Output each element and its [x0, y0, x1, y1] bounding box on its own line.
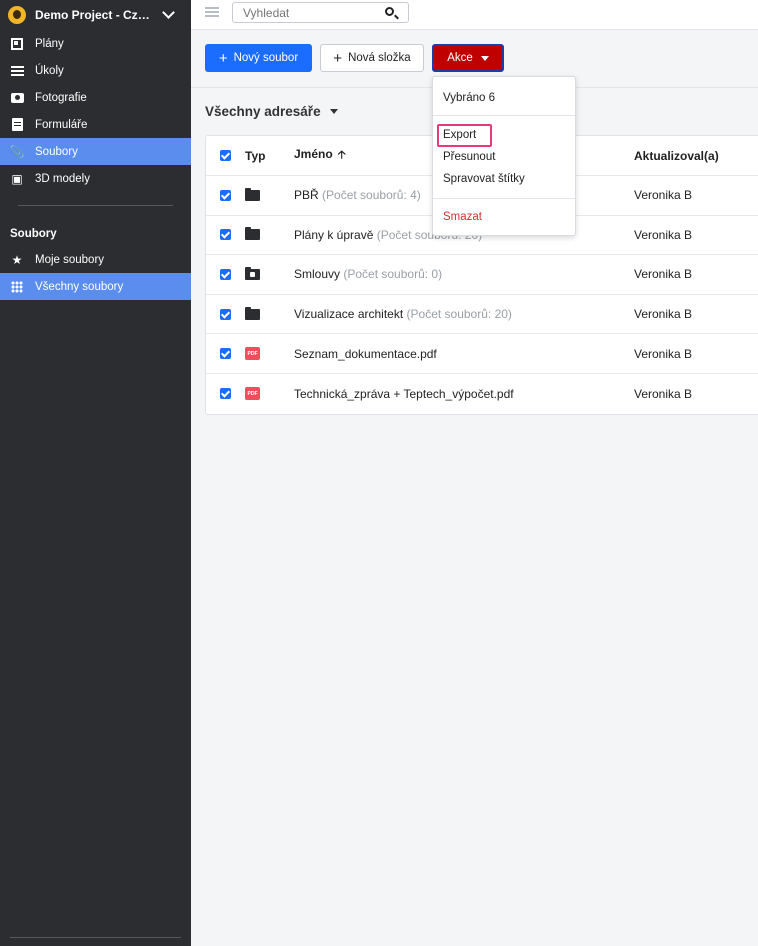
file-name-text: Smlouvy	[294, 267, 341, 282]
sidebar-divider	[18, 205, 173, 206]
folder-icon	[245, 227, 260, 241]
sidebar-item-label: Soubory	[35, 145, 78, 158]
sidebar-bottom-divider	[10, 937, 181, 938]
menu-item-delete[interactable]: Smazat	[443, 211, 482, 223]
caret-down-icon	[480, 55, 489, 61]
topbar	[191, 0, 758, 30]
sidebar-item-photos[interactable]: Fotografie	[0, 84, 191, 111]
sidebar-section-title: Soubory	[10, 228, 57, 240]
caret-down-icon	[329, 109, 338, 114]
file-name[interactable]: PBŘ (Počet souborů: 4)	[294, 188, 421, 202]
pdf-file-icon: PDF	[245, 347, 260, 361]
plus-icon: +	[218, 49, 228, 67]
tasks-icon	[10, 64, 24, 78]
plans-icon	[10, 37, 24, 51]
project-switcher[interactable]: Demo Project - Czech Demo	[0, 0, 191, 30]
row-checkbox[interactable]	[220, 388, 231, 400]
file-count: (Počet souborů: 20)	[406, 307, 512, 322]
sidebar-item-tasks[interactable]: Úkoly	[0, 57, 191, 84]
table-row[interactable]: PDF Technická_zpráva + Teptech_výpočet.p…	[206, 374, 758, 414]
star-icon: ★	[11, 252, 23, 267]
file-name[interactable]: Technická_zpráva + Teptech_výpočet.pdf	[294, 387, 514, 401]
search-input[interactable]	[243, 6, 383, 20]
main-nav: Plány Úkoly Fotografie Formuláře 📎 Soubo…	[0, 30, 191, 192]
pdf-file-icon: PDF	[245, 387, 260, 401]
row-checkbox[interactable]	[220, 348, 231, 360]
sidebar-item-label: Úkoly	[35, 64, 64, 77]
row-checkbox[interactable]	[220, 268, 231, 280]
sidebar-item-my-files[interactable]: ★ Moje soubory	[0, 246, 191, 273]
directory-selector[interactable]: Všechny adresáře	[205, 104, 338, 119]
sidebar-item-label: Všechny soubory	[35, 280, 124, 293]
new-folder-label: Nová složka	[348, 52, 411, 64]
sidebar-item-label: Formuláře	[35, 118, 88, 131]
table-row[interactable]: Vizualizace architekt (Počet souborů: 20…	[206, 295, 758, 335]
sidebar-item-label: Plány	[35, 37, 64, 50]
updated-by: Veronika B	[634, 227, 693, 242]
updated-by: Veronika B	[634, 267, 693, 282]
updated-by: Veronika B	[634, 386, 693, 401]
grid-icon	[10, 280, 24, 294]
search-box[interactable]	[232, 2, 409, 23]
table-row[interactable]: PDF Seznam_dokumentace.pdf Veronika B	[206, 334, 758, 374]
sidebar-item-3d-models[interactable]: ▣ 3D modely	[0, 165, 191, 192]
forms-icon	[10, 118, 24, 132]
folder-icon	[245, 187, 260, 201]
sort-ascending-icon: 🡡	[337, 149, 346, 161]
menu-divider	[433, 115, 575, 116]
row-checkbox[interactable]	[220, 189, 231, 201]
file-name[interactable]: Vizualizace architekt (Počet souborů: 20…	[294, 307, 512, 321]
menu-item-export[interactable]: Export	[443, 129, 476, 141]
search-icon[interactable]	[385, 7, 394, 16]
sidebar-item-label: Fotografie	[35, 91, 87, 104]
chevron-down-icon[interactable]	[162, 6, 175, 19]
sidebar-item-label: 3D modely	[35, 172, 90, 185]
menu-item-move[interactable]: Přesunout	[443, 151, 495, 163]
sidebar: Demo Project - Czech Demo Plány Úkoly Fo…	[0, 0, 191, 946]
updated-by: Veronika B	[634, 346, 693, 361]
sidebar-item-forms[interactable]: Formuláře	[0, 111, 191, 138]
locked-folder-icon	[245, 266, 260, 280]
directory-title: Všechny adresáře	[205, 104, 321, 119]
project-logo-icon	[8, 6, 26, 24]
select-all-checkbox[interactable]	[220, 150, 231, 161]
column-header-name[interactable]: Jméno 🡡	[294, 146, 346, 165]
project-name: Demo Project - Czech Demo	[35, 8, 153, 22]
actions-dropdown-menu: Vybráno 6 Export Přesunout Spravovat ští…	[432, 76, 576, 236]
selected-count: Vybráno 6	[443, 92, 495, 104]
updated-by: Veronika B	[634, 307, 693, 322]
actions-label: Akce	[447, 52, 473, 64]
sidebar-item-label: Moje soubory	[35, 253, 105, 266]
row-checkbox[interactable]	[220, 308, 231, 320]
sidebar-item-all-files[interactable]: Všechny soubory	[0, 273, 191, 300]
file-count: (Počet souborů: 0)	[343, 267, 443, 282]
new-file-label: Nový soubor	[233, 52, 299, 64]
folder-icon	[245, 306, 260, 320]
column-header-name-label: Jméno	[294, 147, 333, 161]
new-folder-button[interactable]: + Nová složka	[320, 44, 424, 72]
file-name-text: PBŘ	[294, 188, 319, 203]
table-row[interactable]: Smlouvy (Počet souborů: 0) Veronika B	[206, 255, 758, 295]
file-name-text: Vizualizace architekt	[294, 307, 404, 322]
file-count: (Počet souborů: 4)	[322, 188, 421, 203]
cube-icon: ▣	[11, 171, 23, 186]
menu-item-manage-tags[interactable]: Spravovat štítky	[443, 173, 525, 185]
menu-divider	[433, 198, 575, 199]
menu-icon[interactable]	[205, 7, 219, 17]
new-file-button[interactable]: + Nový soubor	[205, 44, 312, 72]
sidebar-item-plans[interactable]: Plány	[0, 30, 191, 57]
actions-button[interactable]: Akce	[432, 44, 504, 72]
row-checkbox[interactable]	[220, 229, 231, 241]
column-header-type[interactable]: Typ	[245, 149, 265, 163]
plus-icon: +	[333, 49, 343, 67]
file-name[interactable]: Seznam_dokumentace.pdf	[294, 347, 437, 361]
sidebar-item-files[interactable]: 📎 Soubory	[0, 138, 191, 165]
camera-icon	[10, 91, 24, 105]
file-name-text: Plány k úpravě	[294, 227, 374, 242]
file-name[interactable]: Smlouvy (Počet souborů: 0)	[294, 267, 442, 281]
column-header-updated-by[interactable]: Aktualizoval(a)	[634, 149, 719, 163]
updated-by: Veronika B	[634, 188, 693, 203]
paperclip-icon: 📎	[9, 144, 25, 159]
